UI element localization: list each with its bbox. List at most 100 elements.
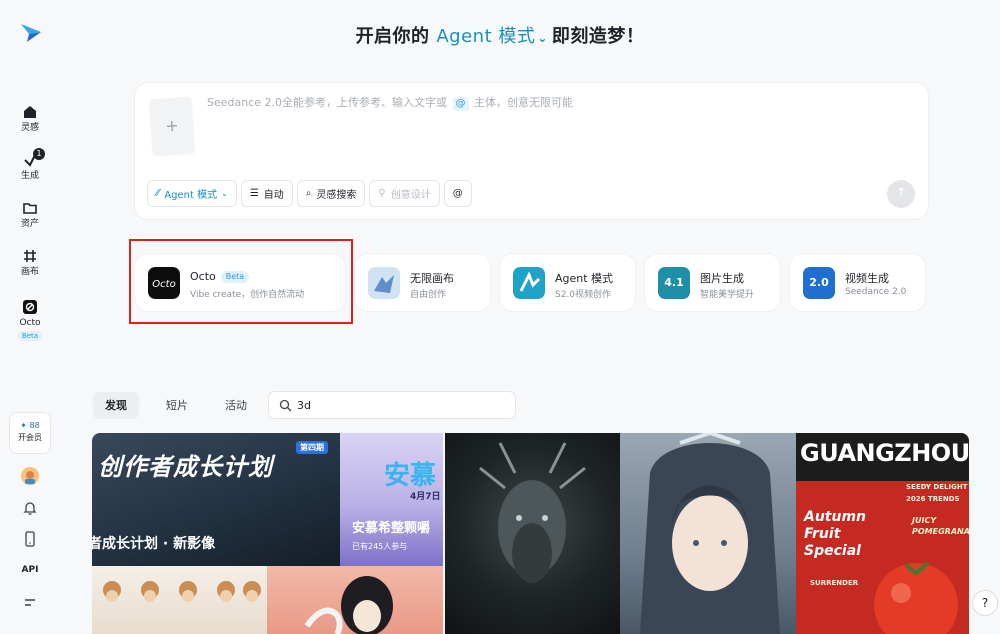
title-prefix: 开启你的 [355, 26, 430, 47]
card-infinite-canvas[interactable]: 无限画布 自由创作 [354, 253, 491, 312]
mention-button[interactable]: @ [443, 180, 472, 207]
sidebar-item-assets[interactable]: 资产 [0, 200, 60, 230]
beta-tag: Beta [17, 331, 43, 341]
search-icon: ⌕ [305, 188, 312, 199]
tab-events[interactable]: 活动 [213, 392, 259, 419]
poster-right-caption: 2026 TRENDS [906, 495, 960, 503]
poster-left-caption: SEEDY DELIGHT [906, 483, 968, 491]
vip-points: ✦ 88 [20, 421, 40, 430]
card-subtitle: S2.0视频创作 [555, 290, 612, 300]
inspiration-search-button[interactable]: ⌕ 灵感搜索 [296, 180, 366, 207]
search-input[interactable] [297, 396, 507, 414]
sidebar-item-octo[interactable]: Octo Beta [0, 299, 60, 341]
poster-title: GUANGZHOU [800, 439, 969, 467]
folder-icon [23, 203, 37, 214]
sliders-icon: ☰ [249, 188, 259, 199]
gallery-tile-painting[interactable] [267, 566, 443, 634]
painting-art [304, 576, 393, 634]
tile-caption: 安慕希整颗嚼 [352, 521, 431, 536]
tile-subcaption: 已有245人参与 [352, 542, 408, 551]
card-title: 视频生成 [845, 272, 889, 285]
sidebar-item-label: 资产 [20, 219, 39, 229]
dragon-art [479, 442, 586, 583]
sidebar-item-label: 画布 [20, 267, 39, 277]
card-subtitle: 自由创作 [410, 290, 447, 300]
prompt-placeholder[interactable]: Seedance 2.0全能参考，上传参考、输入文字或 @ 主体，创意无限可能 [207, 96, 573, 111]
highlight-frame [129, 239, 353, 324]
gallery-tile-guangzhou[interactable]: GUANGZHOU SEEDY DELIGHT 2026 TRENDS Autu… [796, 433, 969, 634]
card-agent-mode[interactable]: Agent 模式 S2.0视频创作 [499, 253, 636, 312]
video-gen-icon: 2.0 [803, 267, 835, 299]
canvas-art-icon [368, 267, 400, 299]
prompt-box[interactable]: + Seedance 2.0全能参考，上传参考、输入文字或 @ 主体，创意无限可… [134, 82, 929, 220]
poster-juicy: JUICY POMEGRANATE [912, 516, 969, 536]
chevron-down-icon[interactable]: ⌄ [537, 31, 548, 45]
creative-design-button[interactable]: ⚲ 创意设计 [369, 180, 440, 207]
card-title: 无限画布 [410, 272, 454, 285]
auto-label: 自动 [263, 190, 284, 201]
sidebar-item-inspiration[interactable]: 灵感 [0, 104, 60, 134]
menu-icon[interactable] [21, 594, 39, 612]
portrait-art [640, 433, 780, 634]
sidebar-item-canvas[interactable]: 画布 [0, 248, 60, 278]
vip-button[interactable]: ✦ 88 开会员 [9, 412, 51, 454]
tab-discover[interactable]: 发现 [93, 392, 139, 419]
sidebar-item-label: 灵感 [20, 123, 39, 133]
gallery-tile-dragon[interactable] [445, 433, 620, 634]
card-image-generation[interactable]: 4.1 图片生成 智能美学提升 [644, 253, 781, 312]
tile-tag: 第四期 [296, 441, 328, 454]
sidebar-item-label: Octo [19, 318, 41, 328]
card-subtitle: Seedance 2.0 [845, 287, 907, 297]
sidebar-item-generate[interactable]: 1 生成 [0, 148, 60, 182]
location-pin-icon: ⚲ [378, 188, 386, 199]
auto-button[interactable]: ☰ 自动 [240, 180, 293, 207]
canvas-icon [24, 250, 36, 262]
agent-icon: ⁄⁄ [156, 188, 160, 199]
mode-selector[interactable]: Agent 模式 [436, 26, 535, 47]
gallery-tile-anmuxi[interactable]: 安慕 4月7日 安慕希整颗嚼 已有245人参与 [340, 433, 443, 566]
prompt-toolbar: ⁄⁄ Agent 模式 ⌄ ☰ 自动 ⌕ 灵感搜索 ⚲ 创意设计 @ [147, 180, 472, 207]
creative-design-label: 创意设计 [390, 190, 431, 201]
avatar[interactable] [21, 467, 39, 485]
send-button[interactable]: ↑ [887, 180, 915, 208]
tomato-art [874, 561, 958, 634]
tile-caption: 者成长计划 · 新影像 [92, 536, 216, 552]
image-gen-icon: 4.1 [658, 267, 690, 299]
api-link[interactable]: API [18, 565, 42, 575]
tab-shorts[interactable]: 短片 [154, 392, 200, 419]
card-title: 图片生成 [700, 272, 744, 285]
bell-icon[interactable] [21, 499, 39, 517]
mobile-icon[interactable] [21, 530, 39, 548]
chevron-down-icon: ⌄ [221, 189, 228, 198]
at-icon: @ [452, 97, 469, 111]
gallery-tile-portrait[interactable] [620, 433, 796, 634]
gallery-tile-creator-program[interactable]: 创作者成长计划 第四期 者成长计划 · 新影像 [92, 433, 340, 566]
gallery-tile-character-sheet[interactable] [92, 566, 267, 634]
placeholder-text-2: 主体，创意无限可能 [474, 96, 574, 109]
character-sheet-art [103, 581, 261, 602]
sidebar-item-label: 生成 [20, 171, 39, 181]
search-box[interactable] [268, 391, 516, 419]
agent-mode-button[interactable]: ⁄⁄ Agent 模式 ⌄ [147, 180, 237, 207]
home-icon [24, 106, 36, 118]
card-title: Agent 模式 [555, 272, 614, 285]
agent-mode-label: Agent 模式 [164, 190, 218, 201]
sidebar: 灵感 1 生成 资产 画布 Octo Beta ✦ 88 开会员 API [0, 0, 60, 634]
tile-date: 4月7日 [410, 492, 441, 502]
poster-surrender: SURRENDER [810, 579, 859, 587]
vip-label: 开会员 [18, 433, 42, 442]
search-icon [279, 399, 292, 412]
octo-icon [23, 300, 37, 314]
at-icon: @ [452, 188, 463, 199]
page-title: 开启你的 Agent 模式 ⌄ 即刻造梦！ [0, 22, 1000, 48]
title-suffix: 即刻造梦！ [551, 26, 645, 47]
placeholder-text: Seedance 2.0全能参考，上传参考、输入文字或 [207, 96, 448, 109]
card-video-generation[interactable]: 2.0 视频生成 Seedance 2.0 [789, 253, 926, 312]
tile-headline: 创作者成长计划 [98, 453, 273, 481]
card-subtitle: 智能美学提升 [700, 290, 755, 300]
upload-button[interactable]: + [149, 96, 195, 156]
inspiration-search-label: 灵感搜索 [316, 190, 357, 201]
tile-big-text: 安慕 [384, 461, 437, 491]
agent-art-icon [513, 267, 545, 299]
help-button[interactable]: ? [972, 590, 998, 616]
